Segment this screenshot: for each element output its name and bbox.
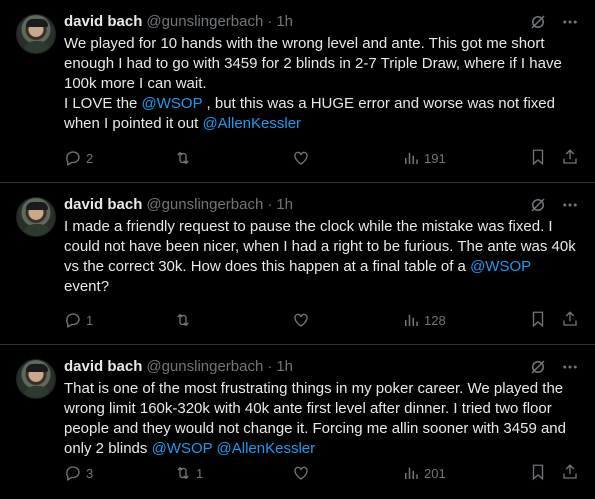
- repost-count: 1: [196, 465, 204, 481]
- grok-icon[interactable]: [529, 196, 547, 214]
- tweet[interactable]: david bach @gunslingerbach · 1h We playe…: [0, 0, 595, 183]
- bookmark-button[interactable]: [529, 463, 547, 484]
- share-icon: [563, 463, 577, 479]
- author-handle[interactable]: @gunslingerbach: [146, 12, 263, 32]
- timestamp[interactable]: 1h: [276, 12, 293, 32]
- reply-button[interactable]: 1: [64, 311, 174, 329]
- mention-link[interactable]: @WSOP: [142, 95, 203, 112]
- author-name[interactable]: david bach: [64, 12, 142, 32]
- repost-button[interactable]: [174, 149, 292, 167]
- mention-link[interactable]: @WSOP: [152, 440, 213, 457]
- avatar[interactable]: [16, 359, 56, 399]
- views-button[interactable]: 201: [402, 464, 517, 482]
- bookmark-icon: [532, 464, 544, 480]
- tweet-actions: 3 1 201: [64, 463, 579, 483]
- separator-dot: ·: [267, 13, 273, 30]
- reply-icon: [66, 151, 80, 166]
- like-icon: [294, 313, 308, 327]
- views-icon: [405, 467, 418, 479]
- grok-icon[interactable]: [529, 358, 547, 376]
- tweet-text: We played for 10 hands with the wrong le…: [64, 34, 579, 134]
- author-handle[interactable]: @gunslingerbach: [146, 195, 263, 215]
- timestamp[interactable]: 1h: [276, 357, 293, 377]
- like-button[interactable]: [292, 149, 402, 167]
- more-icon[interactable]: [561, 358, 579, 376]
- tweet-actions: 2 191: [64, 148, 579, 168]
- views-count: 128: [424, 312, 446, 328]
- tweet-header: david bach @gunslingerbach · 1h: [64, 195, 579, 215]
- tweet[interactable]: david bach @gunslingerbach · 1h I made a…: [0, 183, 595, 345]
- share-icon: [563, 148, 577, 164]
- more-icon[interactable]: [561, 196, 579, 214]
- reply-button[interactable]: 3: [64, 464, 174, 482]
- tweet-header: david bach @gunslingerbach · 1h: [64, 12, 579, 32]
- grok-icon[interactable]: [529, 13, 547, 31]
- mention-link[interactable]: @AllenKessler: [202, 115, 301, 132]
- reply-count: 3: [86, 465, 94, 481]
- avatar[interactable]: [16, 197, 56, 237]
- bookmark-icon: [532, 149, 544, 165]
- mention-link[interactable]: @AllenKessler: [217, 440, 316, 457]
- timestamp[interactable]: 1h: [276, 195, 293, 215]
- tweet-text-segment: That is one of the most frustrating thin…: [64, 380, 571, 457]
- tweet-text: That is one of the most frustrating thin…: [64, 379, 579, 459]
- tweet-actions: 1 128: [64, 310, 579, 330]
- views-icon: [405, 314, 418, 326]
- reply-count: 2: [86, 150, 94, 166]
- views-count: 201: [424, 465, 446, 481]
- like-button[interactable]: [292, 464, 402, 482]
- reply-button[interactable]: 2: [64, 149, 174, 167]
- views-icon: [405, 152, 418, 164]
- reply-icon: [66, 466, 80, 481]
- share-icon: [563, 310, 577, 326]
- repost-icon: [177, 151, 189, 165]
- bookmark-button[interactable]: [529, 148, 547, 169]
- repost-icon: [177, 466, 189, 480]
- repost-button[interactable]: 1: [174, 464, 292, 482]
- author-name[interactable]: david bach: [64, 357, 142, 377]
- views-button[interactable]: 191: [402, 149, 517, 167]
- like-icon: [294, 466, 308, 480]
- separator-dot: ·: [267, 358, 273, 375]
- share-button[interactable]: [561, 463, 579, 484]
- bookmark-button[interactable]: [529, 310, 547, 331]
- repost-button[interactable]: [174, 311, 292, 329]
- repost-icon: [177, 313, 189, 327]
- tweet[interactable]: david bach @gunslingerbach · 1h That is …: [0, 345, 595, 499]
- more-icon[interactable]: [561, 13, 579, 31]
- timeline-feed: david bach @gunslingerbach · 1h We playe…: [0, 0, 595, 499]
- author-name[interactable]: david bach: [64, 195, 142, 215]
- tweet-header: david bach @gunslingerbach · 1h: [64, 357, 579, 377]
- share-button[interactable]: [561, 148, 579, 169]
- views-button[interactable]: 128: [402, 311, 517, 329]
- avatar[interactable]: [16, 14, 56, 54]
- bookmark-icon: [532, 311, 544, 327]
- separator-dot: ·: [267, 196, 273, 213]
- views-count: 191: [424, 150, 446, 166]
- like-button[interactable]: [292, 311, 402, 329]
- tweet-text: I made a friendly request to pause the c…: [64, 217, 579, 297]
- author-handle[interactable]: @gunslingerbach: [146, 357, 263, 377]
- mention-link[interactable]: @WSOP: [470, 258, 531, 275]
- share-button[interactable]: [561, 310, 579, 331]
- reply-count: 1: [86, 312, 94, 328]
- reply-icon: [66, 313, 80, 328]
- like-icon: [294, 151, 308, 165]
